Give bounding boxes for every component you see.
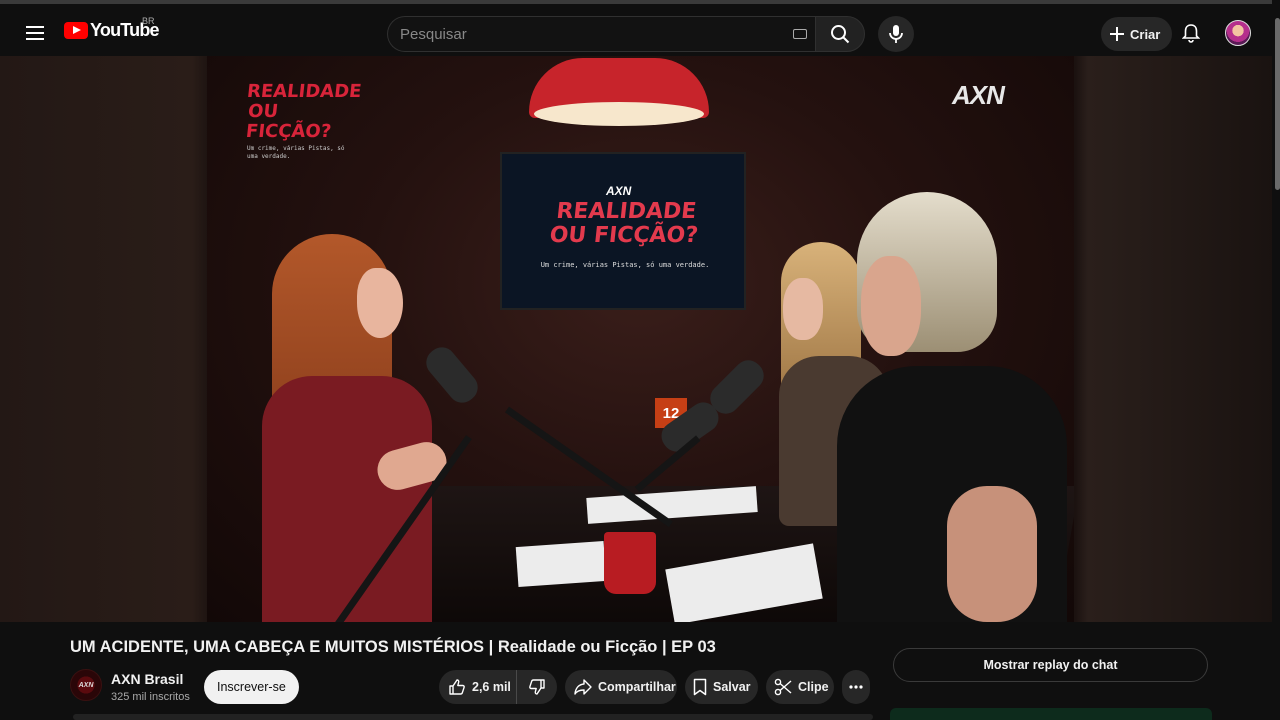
search-button[interactable] [815,16,865,52]
subscribe-button[interactable]: Inscrever-se [204,670,299,704]
search-input[interactable] [400,25,780,43]
account-avatar[interactable] [1225,20,1251,46]
search-icon [831,25,850,44]
scrollbar-thumb[interactable] [1275,18,1280,190]
hamburger-menu-button[interactable] [18,16,52,50]
host-right-face [861,256,921,356]
more-actions-button[interactable] [842,670,870,704]
video-player[interactable]: REALIDADE OU FICÇÃO? Um crime, várias Pi… [0,56,1280,622]
microphone-icon [889,25,903,43]
bookmark-icon [693,678,707,696]
channel-name[interactable]: AXN Brasil [111,671,183,687]
share-button[interactable]: Compartilhar [565,670,677,704]
share-icon [574,679,592,695]
microphone-left [420,341,484,409]
scissors-icon [774,678,792,696]
like-dislike-group: 2,6 mil [439,670,557,704]
channel-avatar[interactable]: AXN [70,669,102,701]
thumbs-up-icon [449,679,465,695]
host-left-body [262,376,432,622]
show-logo: REALIDADE OU FICÇÃO? Um crime, várias Pi… [244,81,363,161]
studio-tv-screen: AXN REALIDADE OU FICÇÃO? Um crime, vária… [500,152,746,310]
show-logo-title-top: REALIDADE [245,81,363,102]
related-card-edge [890,708,1212,720]
dislike-button[interactable] [517,670,557,704]
save-label: Salvar [713,680,751,694]
bell-icon [1182,24,1200,43]
play-icon [64,22,88,39]
tv-brand: AXN [606,184,632,198]
search-box [387,16,815,52]
like-button[interactable]: 2,6 mil [439,670,517,704]
video-title: UM ACIDENTE, UMA CABEÇA E MUITOS MISTÉRI… [70,638,716,656]
more-horizontal-icon [849,685,863,689]
keyboard-icon[interactable] [793,29,807,39]
host-left-face [357,268,403,338]
description-box-edge [73,714,873,720]
clip-label: Clipe [798,680,829,694]
plus-icon [1110,27,1124,41]
video-frame[interactable]: REALIDADE OU FICÇÃO? Um crime, várias Pi… [207,56,1074,622]
youtube-logo[interactable]: YouTube BR [64,16,160,41]
create-label: Criar [1130,26,1161,42]
pendant-lamp [529,56,709,126]
show-logo-tagline: Um crime, várias Pistas, só uma verdade. [247,145,345,160]
create-button[interactable]: Criar [1101,17,1173,51]
host-right-arm [947,486,1037,622]
notifications-button[interactable] [1176,18,1206,48]
voice-search-button[interactable] [878,16,914,52]
tv-show-title: REALIDADE OU FICÇÃO? [548,199,700,248]
share-label: Compartilhar [598,680,676,694]
clip-button[interactable]: Clipe [766,670,834,704]
tv-tagline: Um crime, várias Pistas, só uma verdade. [540,261,710,269]
guest-middle-face [783,278,823,340]
red-mug [604,532,656,594]
menu-icon [26,26,44,40]
masthead: YouTube BR Criar [0,0,1280,56]
thumbs-down-icon [529,679,545,695]
save-button[interactable]: Salvar [685,670,758,704]
script-paper [515,540,607,588]
like-count: 2,6 mil [472,680,511,694]
subscriber-count: 325 mil inscritos [111,691,190,703]
show-logo-title-bottom: OU FICÇÃO? [244,101,333,142]
search-bar [387,16,865,52]
axn-watermark: AXN [952,80,1005,110]
region-code: BR [142,16,155,26]
show-chat-replay-button[interactable]: Mostrar replay do chat [893,648,1208,682]
